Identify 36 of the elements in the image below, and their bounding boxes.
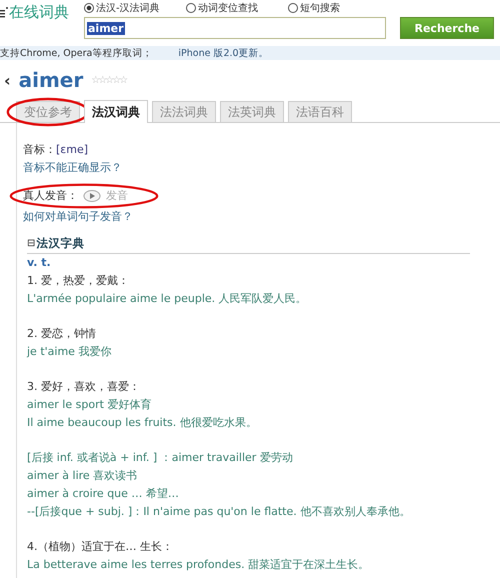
update-link[interactable]: iPhone 版2.0更新。 bbox=[178, 46, 269, 60]
play-icon[interactable] bbox=[82, 189, 102, 203]
info-text: 支持Chrome, Opera等程序取词； bbox=[0, 46, 152, 60]
example-text: aimer le sport 爱好体育 bbox=[27, 398, 152, 411]
example-text: aimer à lire 喜欢读书 bbox=[27, 469, 138, 482]
search-mode-label[interactable]: 法汉-汉法词典 bbox=[96, 1, 160, 15]
site-logo[interactable]: 在线词典 bbox=[9, 3, 69, 22]
back-arrow[interactable]: ‹ bbox=[4, 70, 11, 90]
dictionary-tab[interactable]: 法汉词典 bbox=[84, 100, 148, 123]
section-title: 法汉字典 bbox=[36, 236, 84, 251]
example-text: --[后接que + subj. ]：Il n'aime pas qu'on le flatte. 他不喜欢别人奉承他。 bbox=[27, 505, 410, 518]
sense-text: 4.（植物）适宜于在… 生长： bbox=[27, 540, 173, 553]
collapse-toggle[interactable]: ⊟ bbox=[27, 238, 36, 249]
headword: aimer bbox=[18, 68, 84, 92]
search-mode-label[interactable]: 短句搜索 bbox=[300, 1, 340, 15]
phonetic-label: 音标： bbox=[23, 143, 56, 156]
audio-label: 真人发音： bbox=[23, 188, 78, 204]
sense-text: 3. 爱好，喜欢，喜爱： bbox=[27, 380, 140, 393]
example-text: La betterave aime les terres profondes. 甜菜适宜于在深土生长。 bbox=[27, 558, 370, 571]
menu-icon bbox=[0, 7, 8, 19]
part-of-speech: v. t. bbox=[27, 256, 51, 269]
radio-button[interactable] bbox=[288, 3, 298, 13]
sense-text: 1. 爱，热爱，爱戴： bbox=[27, 274, 129, 287]
help-link[interactable]: 音标不能正确显示？ bbox=[23, 161, 122, 174]
example-text: Il aime beaucoup les fruits. 他很爱吃水果。 bbox=[27, 416, 257, 429]
example-text: aimer à croire que … 希望… bbox=[27, 487, 179, 500]
search-field[interactable]: aimer bbox=[84, 17, 386, 39]
phonetic-text: [ɛme] bbox=[56, 143, 88, 156]
example-text: L'armée populaire aime le peuple. 人民军队爱人民。 bbox=[27, 292, 307, 305]
example-text: [后接 inf. 或者说à + inf. ] ：aimer travailler 爱劳动 bbox=[27, 451, 293, 464]
sense-text: 2. 爱恋，钟情 bbox=[27, 327, 96, 340]
help-link[interactable]: 如何对单词句子发音？ bbox=[23, 210, 133, 223]
radio-button[interactable] bbox=[186, 3, 196, 13]
search-mode-label[interactable]: 动词变位查找 bbox=[198, 1, 258, 15]
example-text: je t'aime 我爱你 bbox=[27, 345, 112, 358]
radio-button[interactable] bbox=[84, 3, 94, 13]
